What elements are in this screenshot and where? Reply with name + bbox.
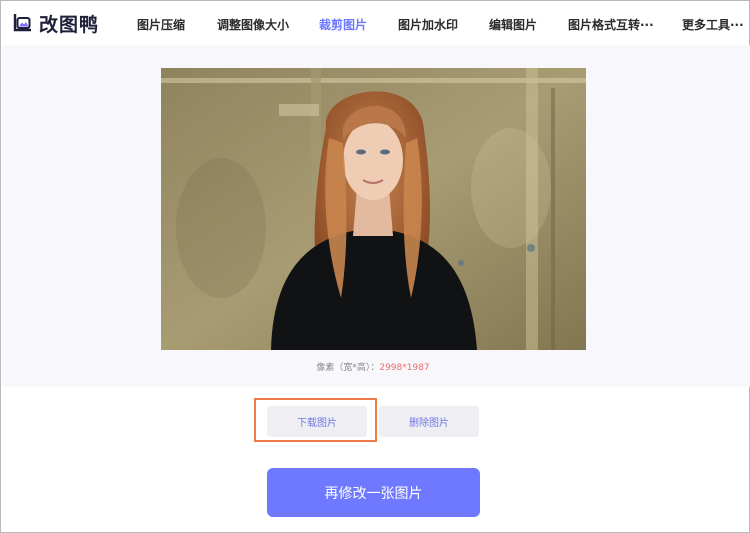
brand-logo[interactable]: 改图鸭: [11, 10, 99, 36]
top-navigation-bar: 改图鸭 图片压缩 调整图像大小 裁剪图片 图片加水印 编辑图片 图片格式互转··…: [1, 1, 749, 45]
nav-item-more-tools[interactable]: 更多工具···: [682, 16, 744, 33]
nav-item-resize[interactable]: 调整图像大小: [217, 16, 289, 33]
nav-item-compress[interactable]: 图片压缩: [137, 16, 185, 33]
image-dimensions: 像素（宽*高）：2998*1987: [2, 360, 744, 373]
nav-item-watermark[interactable]: 图片加水印: [398, 16, 458, 33]
nav-item-format-convert[interactable]: 图片格式互转···: [568, 16, 654, 33]
brand-name: 改图鸭: [39, 13, 100, 36]
dimensions-label: 像素（宽*高）：: [316, 363, 380, 373]
nav-item-crop[interactable]: 裁剪图片: [319, 16, 367, 33]
delete-button[interactable]: 删除图片: [379, 406, 479, 437]
nav-item-edit[interactable]: 编辑图片: [489, 16, 537, 33]
preview-area: 像素（宽*高）：2998*1987: [2, 45, 750, 387]
download-button[interactable]: 下载图片: [267, 406, 367, 437]
app-window: 改图鸭 图片压缩 调整图像大小 裁剪图片 图片加水印 编辑图片 图片格式互转··…: [0, 0, 750, 533]
dimensions-value: 2998*1987: [379, 363, 430, 373]
image-duck-logo-icon: [11, 12, 33, 34]
modify-another-image-button[interactable]: 再修改一张图片: [267, 468, 480, 517]
uploaded-image-preview: [161, 68, 586, 350]
